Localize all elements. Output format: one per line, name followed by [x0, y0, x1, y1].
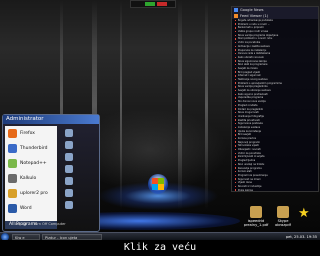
- desktop-icon-pdf-2[interactable]: Skype obrazpdf: [270, 206, 296, 232]
- network-icon[interactable]: [65, 153, 73, 161]
- google-news-title: Google News: [240, 8, 264, 12]
- cpu-meter: [145, 2, 155, 6]
- start-menu-right-pane: [61, 126, 97, 216]
- pinned-firefox[interactable]: Firefox: [5, 126, 57, 141]
- rss-icon: [234, 14, 238, 18]
- desktop-icon-label: ispeedrid prealny_1.pdf: [243, 219, 269, 227]
- firefox-icon: [8, 129, 17, 138]
- word-icon: [8, 204, 17, 213]
- desktop: Administrator Firefox Thunderbird Notepa…: [0, 0, 320, 240]
- wallpaper-streak: [120, 0, 122, 210]
- thunderbird-icon: [8, 144, 17, 153]
- control-panel-icon[interactable]: [65, 165, 73, 173]
- pdf-icon: [250, 206, 262, 218]
- search-icon[interactable]: [65, 201, 73, 209]
- wallpaper-streak: [178, 0, 182, 210]
- documents-icon[interactable]: [65, 129, 73, 137]
- printer-icon[interactable]: [65, 177, 73, 185]
- help-icon[interactable]: [65, 189, 73, 197]
- pinned-label: Thunderbird: [20, 146, 48, 151]
- pinned-word[interactable]: Word: [5, 201, 57, 216]
- top-meter-bar: [130, 0, 176, 8]
- taskbar: Kiw e Pizdur - Icon ujeta pet, 25.03. 19…: [0, 232, 320, 240]
- memory-meter: [157, 2, 167, 6]
- computer-icon[interactable]: [65, 141, 73, 149]
- pinned-xplorer[interactable]: uplorer2 pro: [5, 186, 57, 201]
- pinned-thunderbird[interactable]: Thunderbird: [5, 141, 57, 156]
- desktop-icon-pdf-1[interactable]: ispeedrid prealny_1.pdf: [243, 206, 269, 232]
- calculator-icon: [8, 174, 17, 183]
- log-off-button[interactable]: Log Off: [15, 222, 28, 228]
- pinned-notepad[interactable]: Notepad++: [5, 156, 57, 171]
- pinned-label: uplorer2 pro: [20, 191, 48, 196]
- start-menu-user: Administrator: [3, 115, 99, 124]
- pinned-label: Word: [20, 206, 32, 211]
- xplorer-icon: [8, 189, 17, 198]
- pdf-icon: [277, 206, 289, 218]
- windows-logo-icon: [148, 174, 168, 194]
- desktop-icon-label: Skype obrazpdf: [275, 219, 291, 227]
- news-item[interactable]: Popis zakrpa: [235, 189, 318, 191]
- start-menu-footer: Log Off Turn Off Computer: [5, 222, 107, 228]
- pinned-label: Kalkulo: [20, 176, 37, 181]
- star-icon[interactable]: ★: [298, 206, 310, 221]
- news-list: Bogata istrazivanja podataka Problemi u r…: [232, 19, 318, 191]
- feed-viewer-title: Feed Viewer (1): [240, 14, 269, 18]
- caption-link[interactable]: Klik za veću: [0, 240, 320, 256]
- pinned-programs: Firefox Thunderbird Notepad++ Kalkulo up…: [5, 126, 57, 222]
- start-menu: Administrator Firefox Thunderbird Notepa…: [2, 114, 100, 232]
- wallpaper-streak: [205, 0, 208, 210]
- pinned-kalkulo[interactable]: Kalkulo: [5, 171, 57, 186]
- news-gadget: Google News Feed Viewer (1) Bogata istra…: [231, 6, 319, 192]
- notepad-icon: [8, 159, 17, 168]
- start-button[interactable]: [1, 233, 9, 240]
- pinned-label: Firefox: [20, 131, 35, 136]
- pinned-label: Notepad++: [20, 161, 47, 166]
- google-icon: [234, 8, 238, 12]
- turn-off-button[interactable]: Turn Off Computer: [34, 222, 66, 228]
